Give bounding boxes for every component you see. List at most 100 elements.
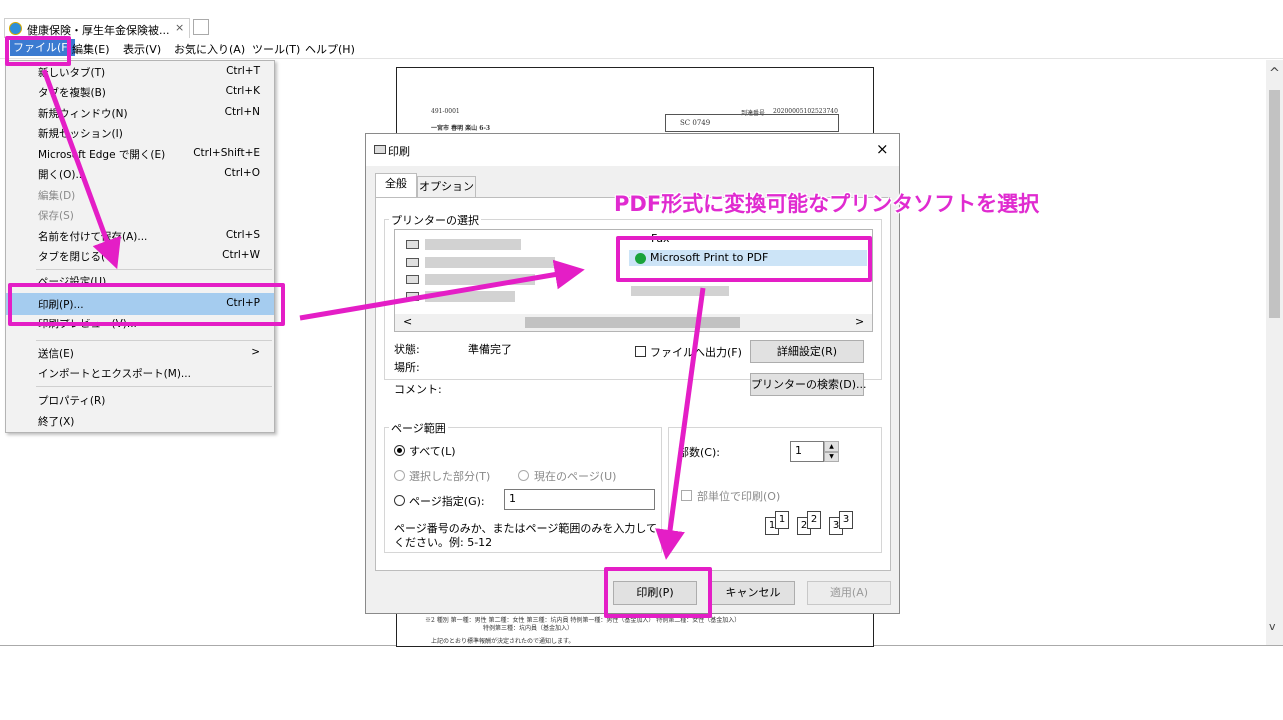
menu-item-label: 編集(D)	[38, 190, 76, 202]
tab-close-icon[interactable]: ×	[175, 21, 184, 34]
menu-item-open[interactable]: 開く(O)... Ctrl+O	[6, 164, 274, 184]
range-current-radio	[518, 470, 529, 481]
menu-bar: ファイル(F) 編集(E) 表示(V) お気に入り(A) ツール(T) ヘルプ(…	[0, 38, 1283, 59]
menu-help[interactable]: ヘルプ(H)	[305, 41, 355, 57]
menu-item-label: プロパティ(R)	[38, 395, 106, 407]
menu-item-exit[interactable]: 終了(X)	[6, 411, 274, 431]
range-all-radio[interactable]	[394, 445, 405, 456]
doc-code: SC 0749	[680, 119, 711, 127]
highlight-file-menu	[5, 36, 71, 66]
range-pages-input[interactable]: 1	[504, 489, 655, 510]
printer-name-redacted[interactable]	[425, 257, 555, 268]
menu-item-properties[interactable]: プロパティ(R)	[6, 390, 274, 410]
collate-preview: 1 1 2 2 3 3	[765, 511, 855, 541]
menu-item-label: 終了(X)	[38, 416, 75, 428]
scrollbar-thumb[interactable]	[1269, 90, 1280, 318]
range-hint-line2: ください。例: 5-12	[394, 536, 493, 549]
scroll-up-icon[interactable]: ^	[1269, 66, 1280, 81]
printer-group-title: プリンターの選択	[389, 212, 481, 228]
find-printer-button[interactable]: プリンターの検索(D)...	[750, 373, 867, 396]
range-pages-label: ページ指定(G):	[409, 495, 485, 508]
menu-item-shortcut: Ctrl+Shift+E	[193, 147, 260, 159]
printer-icon	[406, 240, 419, 249]
ie-icon	[9, 22, 22, 35]
page-icon: 3	[839, 511, 853, 529]
menu-item-shortcut: Ctrl+S	[225, 229, 260, 241]
copies-label: 部数(C):	[678, 446, 720, 459]
menu-item-label: 送信(E)	[38, 348, 74, 360]
scroll-down-icon[interactable]: v	[1269, 620, 1276, 633]
tab-general[interactable]: 全般	[375, 173, 417, 198]
file-menu: 新しいタブ(T) Ctrl+T タブを複製(B) Ctrl+K 新規ウィンドウ(N)…	[5, 60, 275, 433]
page-icon: 1	[775, 511, 789, 529]
menu-item-label: タブを閉じる(C)	[38, 251, 117, 263]
menu-item-shortcut: Ctrl+K	[225, 85, 260, 97]
comment-label: コメント:	[394, 383, 442, 396]
menu-tools[interactable]: ツール(T)	[252, 41, 300, 57]
menu-item-label: 保存(S)	[38, 210, 74, 222]
printer-icon	[374, 145, 386, 154]
menu-separator	[36, 340, 272, 341]
status-label: 状態:	[394, 343, 420, 356]
range-all-label: すべて(L)	[409, 445, 456, 458]
printer-name-redacted[interactable]	[631, 286, 729, 296]
menu-item-import-export[interactable]: インポートとエクスポート(M)...	[6, 363, 274, 383]
collate-label: 部単位で印刷(O)	[697, 490, 781, 503]
menu-item-save: 保存(S)	[6, 205, 274, 225]
menu-item-duplicate-tab[interactable]: タブを複製(B) Ctrl+K	[6, 82, 274, 102]
apply-button: 適用(A)	[807, 581, 891, 605]
cancel-button[interactable]: キャンセル	[711, 581, 795, 605]
menu-item-send[interactable]: 送信(E) >	[6, 343, 274, 363]
browser-tab[interactable]: 健康保険・厚生年金保険被... ×	[4, 18, 190, 38]
menu-item-save-as[interactable]: 名前を付けて保存(A)... Ctrl+S	[6, 226, 274, 246]
submenu-arrow-icon: >	[251, 346, 260, 358]
doc-footnote-3: 上記のとおり標準報酬が決定されたので通知します。	[431, 638, 575, 645]
menu-favorites[interactable]: お気に入り(A)	[174, 41, 245, 57]
menu-item-label: 新規ウィンドウ(N)	[38, 108, 128, 120]
annotation-text: PDF形式に変換可能なプリンタソフトを選択	[614, 192, 1040, 216]
copies-down-button[interactable]: ▼	[824, 452, 839, 462]
scroll-left-icon[interactable]: <	[403, 315, 412, 328]
vertical-scrollbar[interactable]: ^ v	[1266, 60, 1283, 645]
close-icon[interactable]: ×	[876, 140, 889, 158]
menu-item-open-in-edge[interactable]: Microsoft Edge で開く(E) Ctrl+Shift+E	[6, 144, 274, 164]
tab-options[interactable]: オプション	[417, 176, 476, 198]
menu-item-close-tab[interactable]: タブを閉じる(C) Ctrl+W	[6, 246, 274, 266]
highlight-pdf-printer	[616, 236, 872, 282]
menu-item-shortcut: Ctrl+N	[224, 106, 260, 118]
menu-edit[interactable]: 編集(E)	[72, 41, 110, 57]
range-pages-radio[interactable]	[394, 495, 405, 506]
printer-name-redacted[interactable]	[425, 274, 535, 285]
list-hscrollbar[interactable]: < >	[395, 314, 872, 331]
highlight-print-button	[604, 567, 712, 618]
menu-item-label: 名前を付けて保存(A)...	[38, 231, 148, 243]
status-value: 準備完了	[468, 343, 512, 356]
printer-icon	[406, 292, 419, 301]
doc-address: 一宮市 春明 楽山 6-3	[431, 125, 491, 132]
menu-separator	[36, 269, 272, 270]
menu-item-new-session[interactable]: 新規セッション(I)	[6, 123, 274, 143]
printer-icon	[406, 258, 419, 267]
copies-input[interactable]: 1	[790, 441, 824, 462]
doc-code-box: SC 0749	[665, 114, 839, 132]
print-to-file-checkbox[interactable]	[635, 346, 646, 357]
menu-item-new-window[interactable]: 新規ウィンドウ(N) Ctrl+N	[6, 103, 274, 123]
page-icon: 2	[807, 511, 821, 529]
menu-item-label: インポートとエクスポート(M)...	[38, 368, 191, 380]
menu-view[interactable]: 表示(V)	[123, 41, 161, 57]
range-current-label: 現在のページ(U)	[534, 470, 617, 483]
scroll-right-icon[interactable]: >	[855, 315, 864, 328]
menu-separator	[36, 386, 272, 387]
menu-item-label: Microsoft Edge で開く(E)	[38, 149, 166, 161]
printer-name-redacted[interactable]	[425, 239, 521, 250]
scrollbar-thumb[interactable]	[525, 317, 740, 328]
copies-up-button[interactable]: ▲	[824, 441, 839, 452]
menu-item-edit: 編集(D)	[6, 185, 274, 205]
printer-name-redacted[interactable]	[425, 291, 515, 302]
doc-footnote-2: 特例第三種：坑内員（基金加入）	[483, 625, 574, 632]
print-to-file-label: ファイルへ出力(F)	[650, 346, 742, 359]
details-button[interactable]: 詳細設定(R)	[750, 340, 864, 363]
dialog-titlebar: 印刷 ×	[366, 134, 899, 166]
menu-item-shortcut: Ctrl+W	[222, 249, 260, 261]
new-tab-button[interactable]	[193, 19, 209, 35]
